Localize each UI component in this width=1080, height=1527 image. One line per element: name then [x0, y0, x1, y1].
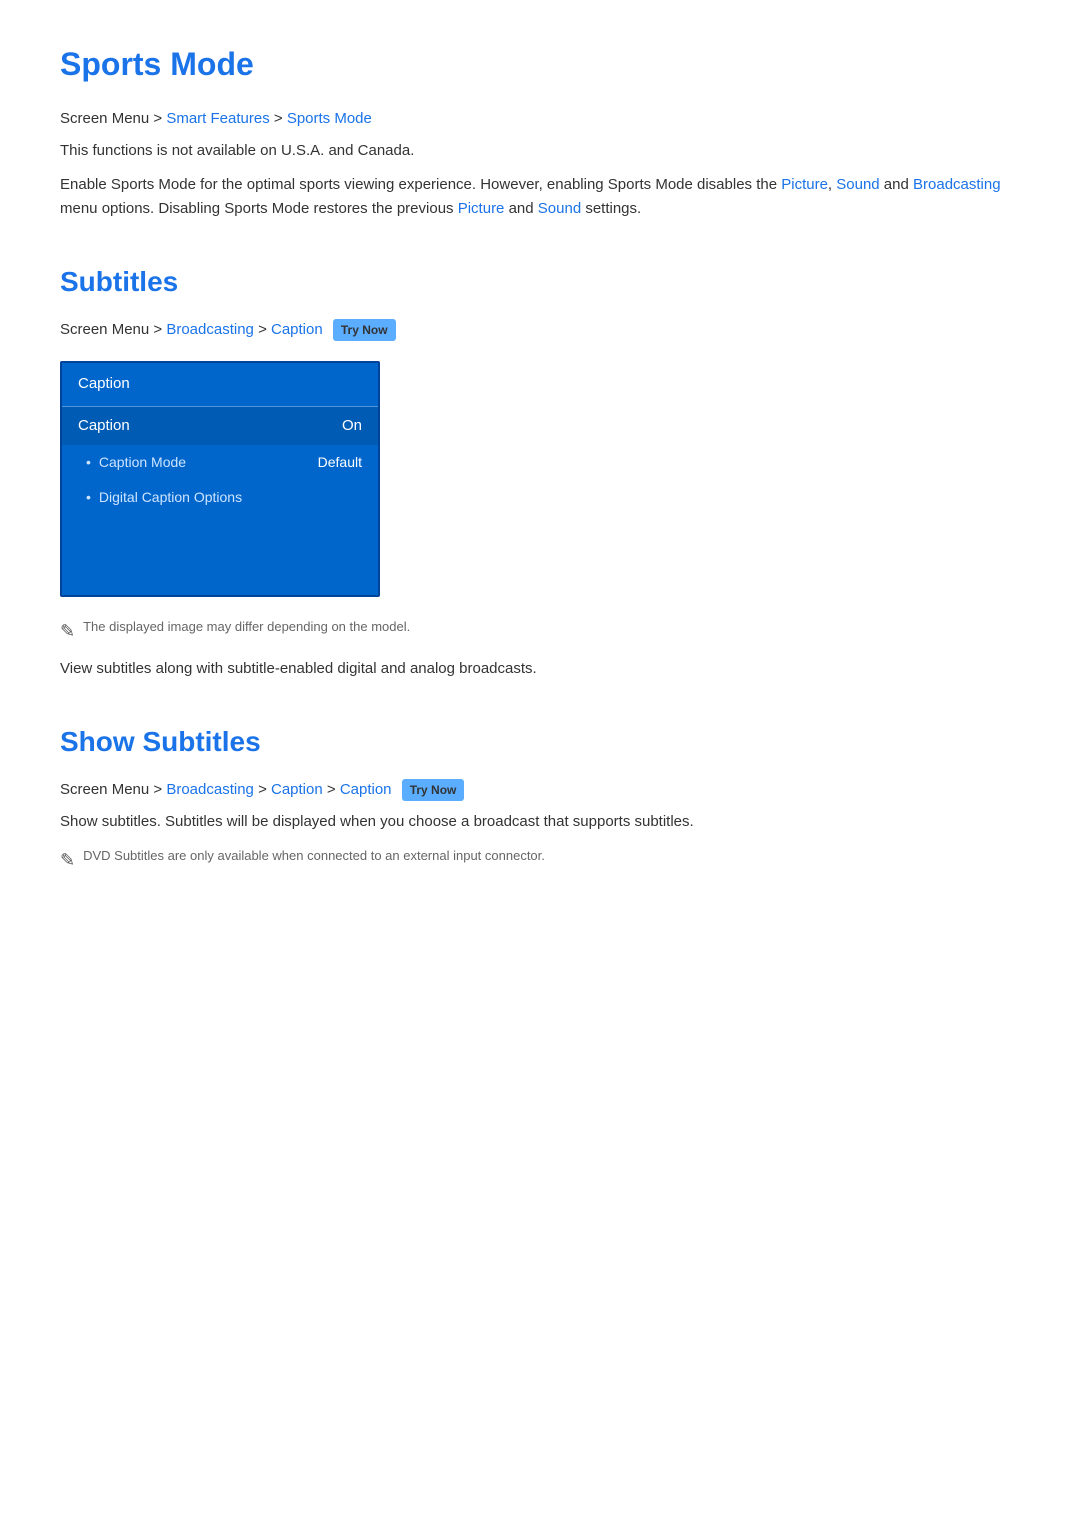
show-sub-bc-caption1[interactable]: Caption: [271, 781, 323, 798]
breadcrumb-sep2: >: [274, 110, 287, 127]
show-subtitles-section: Show Subtitles Screen Menu > Broadcastin…: [60, 721, 1020, 874]
show-subtitles-body: Show subtitles. Subtitles will be displa…: [60, 810, 1020, 834]
try-now-badge-show-subtitles[interactable]: Try Now: [402, 779, 465, 801]
note-icon-subtitles: ✎: [60, 618, 75, 645]
show-subtitles-title: Show Subtitles: [60, 721, 1020, 763]
subtitles-note-row: ✎ The displayed image may differ dependi…: [60, 617, 1020, 645]
subtitles-note-text: The displayed image may differ depending…: [83, 617, 410, 637]
sports-link-sound2[interactable]: Sound: [538, 200, 581, 217]
show-subtitles-breadcrumb: Screen Menu > Broadcasting > Caption > C…: [60, 779, 1020, 802]
try-now-badge-subtitles[interactable]: Try Now: [333, 319, 396, 341]
sports-body-text6: settings.: [581, 200, 641, 217]
sports-body-text3: and: [880, 176, 913, 193]
caption-menu-mode-row[interactable]: Caption Mode Default: [62, 445, 378, 480]
sports-body-text1: Enable Sports Mode for the optimal sport…: [60, 176, 781, 193]
caption-row-label: Caption: [78, 415, 130, 438]
sports-mode-title: Sports Mode: [60, 40, 1020, 88]
show-subtitles-note-row: ✎ DVD Subtitles are only available when …: [60, 846, 1020, 874]
sports-link-picture[interactable]: Picture: [781, 176, 828, 193]
caption-menu-header: Caption: [62, 363, 378, 407]
note-icon-show-subtitles: ✎: [60, 847, 75, 874]
sub-breadcrumb-sep2: >: [258, 321, 271, 338]
caption-menu-digital-row[interactable]: Digital Caption Options: [62, 480, 378, 515]
show-sub-bc-part1: Screen Menu: [60, 781, 149, 798]
caption-row-value: On: [342, 415, 362, 438]
show-sub-bc-broadcasting[interactable]: Broadcasting: [166, 781, 254, 798]
sports-mode-note1: This functions is not available on U.S.A…: [60, 139, 1020, 163]
caption-mode-value: Default: [318, 452, 362, 473]
caption-menu-box: Caption Caption On Caption Mode Default …: [60, 361, 380, 597]
sports-link-picture2[interactable]: Picture: [458, 200, 505, 217]
sports-mode-body: Enable Sports Mode for the optimal sport…: [60, 173, 1020, 221]
subtitles-body: View subtitles along with subtitle-enabl…: [60, 657, 1020, 681]
show-sub-bc-caption2[interactable]: Caption: [340, 781, 392, 798]
subtitles-breadcrumb: Screen Menu > Broadcasting > Caption Try…: [60, 319, 1020, 342]
sports-link-broadcasting[interactable]: Broadcasting: [913, 176, 1001, 193]
caption-menu-caption-row[interactable]: Caption On: [62, 407, 378, 446]
digital-caption-label: Digital Caption Options: [99, 487, 242, 508]
show-sub-bc-sep2: >: [258, 781, 271, 798]
breadcrumb-smart-features[interactable]: Smart Features: [166, 110, 269, 127]
sub-breadcrumb-caption[interactable]: Caption: [271, 321, 323, 338]
show-subtitles-note-text: DVD Subtitles are only available when co…: [83, 846, 545, 866]
caption-menu-spacer: [62, 515, 378, 595]
sports-body-text5: and: [504, 200, 537, 217]
breadcrumb-part1: Screen Menu: [60, 110, 149, 127]
subtitles-title: Subtitles: [60, 261, 1020, 303]
show-sub-bc-sep1: >: [153, 781, 166, 798]
breadcrumb-sports-mode[interactable]: Sports Mode: [287, 110, 372, 127]
sports-link-sound[interactable]: Sound: [836, 176, 879, 193]
show-sub-bc-sep3: >: [327, 781, 340, 798]
sub-breadcrumb-broadcasting[interactable]: Broadcasting: [166, 321, 254, 338]
sports-body-text2: ,: [828, 176, 836, 193]
sub-breadcrumb-sep1: >: [153, 321, 166, 338]
subtitles-section: Subtitles Screen Menu > Broadcasting > C…: [60, 261, 1020, 682]
caption-mode-label: Caption Mode: [99, 452, 186, 473]
sub-breadcrumb-part1: Screen Menu: [60, 321, 149, 338]
sports-mode-section: Sports Mode Screen Menu > Smart Features…: [60, 40, 1020, 221]
sports-mode-breadcrumb: Screen Menu > Smart Features > Sports Mo…: [60, 108, 1020, 131]
breadcrumb-sep1: >: [153, 110, 166, 127]
sports-body-text4: menu options. Disabling Sports Mode rest…: [60, 200, 458, 217]
